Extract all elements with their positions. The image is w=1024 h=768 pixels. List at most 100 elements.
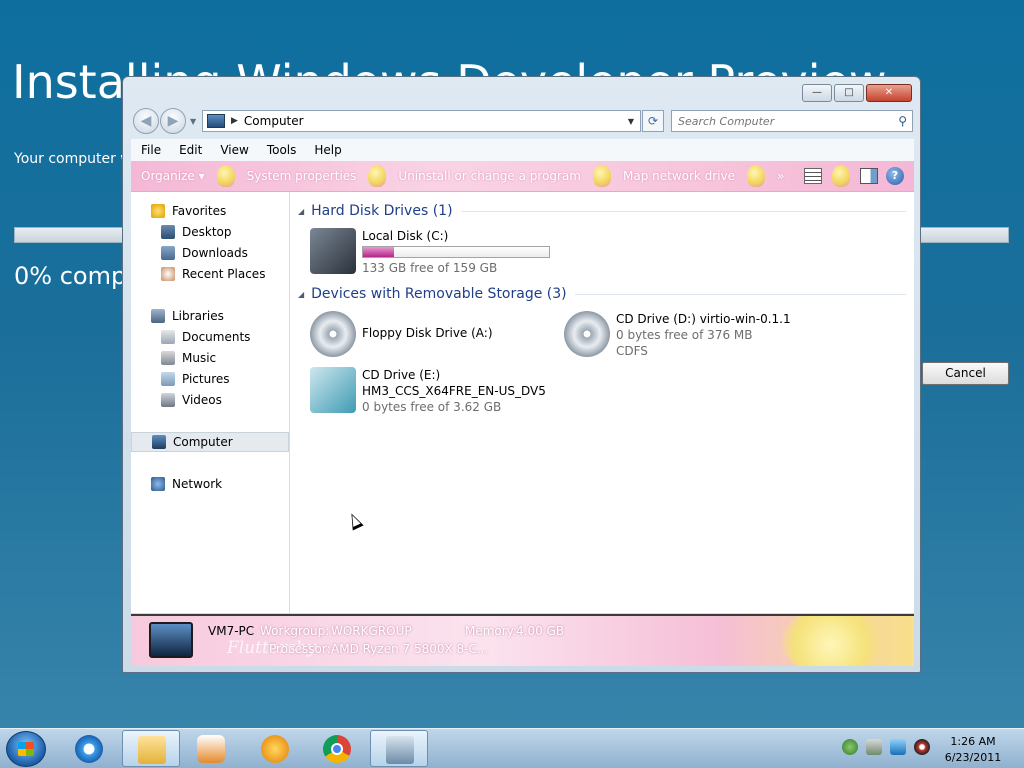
network-icon: [151, 477, 165, 491]
pony-icon: [216, 165, 235, 187]
breadcrumb-arrow-icon[interactable]: ▶: [231, 116, 238, 126]
menu-file[interactable]: File: [131, 143, 169, 157]
internet-explorer-icon: [75, 735, 103, 763]
help-icon[interactable]: ?: [886, 167, 904, 185]
refresh-button[interactable]: ⟳: [642, 110, 664, 132]
drive-free-space: 133 GB free of 159 GB: [362, 261, 498, 275]
nav-label: Desktop: [182, 225, 232, 239]
close-button[interactable]: ✕: [866, 84, 912, 102]
volume-icon[interactable]: [914, 739, 930, 755]
taskbar-setup[interactable]: [370, 730, 428, 767]
more-commands-button[interactable]: »: [767, 169, 794, 183]
computer-icon: [207, 114, 225, 128]
forward-button[interactable]: ▶: [160, 108, 186, 134]
nav-libraries[interactable]: Libraries: [151, 306, 309, 326]
drive-name: CD Drive (E:): [362, 368, 441, 382]
installer-cancel-button[interactable]: Cancel: [922, 362, 1009, 385]
music-icon: [161, 351, 175, 365]
menu-help[interactable]: Help: [304, 143, 349, 157]
network-tray-icon[interactable]: [842, 739, 858, 755]
setup-disc-icon: [310, 367, 356, 413]
taskbar-chrome[interactable]: [308, 730, 366, 767]
search-icon[interactable]: ⚲: [898, 114, 907, 128]
pony-artwork: [781, 616, 891, 666]
memory-label: Memory:: [465, 624, 517, 638]
address-dropdown-icon[interactable]: ▼: [628, 117, 634, 126]
collapse-triangle-icon[interactable]: ◢: [298, 290, 304, 299]
drive-info: CD Drive (D:) virtio-win-0.1.1 0 bytes f…: [616, 311, 791, 359]
group-header-removable[interactable]: ◢ Devices with Removable Storage (3): [298, 285, 906, 303]
drive-d[interactable]: CD Drive (D:) virtio-win-0.1.1 0 bytes f…: [564, 311, 791, 359]
group-header-hdd[interactable]: ◢ Hard Disk Drives (1): [298, 202, 906, 220]
nav-label: Favorites: [172, 204, 227, 218]
dvd-drive-icon: [564, 311, 610, 357]
drive-usage-bar: [362, 246, 550, 258]
clock[interactable]: 1:26 AM 6/23/2011: [938, 734, 1008, 766]
nav-buttons: ◀ ▶ ▼: [133, 108, 196, 136]
back-button[interactable]: ◀: [133, 108, 159, 134]
command-bar-right: ?: [804, 165, 914, 187]
taskbar-ie[interactable]: [60, 730, 118, 767]
pony-icon: [368, 165, 387, 187]
pony-icon: [593, 165, 611, 187]
nav-label: Downloads: [182, 246, 248, 260]
nav-label: Music: [182, 351, 217, 365]
map-network-drive-button[interactable]: Map network drive: [613, 169, 745, 183]
recent-places-icon: [161, 267, 175, 281]
pictures-icon: [161, 372, 175, 386]
minimize-button[interactable]: —: [802, 84, 832, 102]
processor-value: AMD Ryzen 7 5800X 8-C...: [331, 642, 489, 656]
maximize-button[interactable]: □: [834, 84, 864, 102]
drive-e[interactable]: CD Drive (E:) HM3_CCS_X64FRE_EN-US_DV5 0…: [310, 367, 546, 415]
drive-name: Local Disk (C:): [362, 229, 449, 243]
nav-label: Documents: [182, 330, 251, 344]
system-properties-button[interactable]: System properties: [237, 169, 367, 183]
drive-a[interactable]: Floppy Disk Drive (A:): [310, 311, 493, 357]
nav-computer[interactable]: Computer: [131, 432, 289, 452]
display-icon[interactable]: [890, 739, 906, 755]
content-pane: ◢ Hard Disk Drives (1) Local Disk (C:) 1…: [290, 192, 914, 613]
group-divider: [460, 210, 906, 212]
drive-info: Floppy Disk Drive (A:): [362, 311, 493, 357]
drive-label: HM3_CCS_X64FRE_EN-US_DV5: [362, 384, 546, 398]
memory-value: 4.00 GB: [516, 624, 565, 638]
system-tray: [842, 739, 930, 755]
recent-pages-dropdown-icon[interactable]: ▼: [190, 108, 196, 136]
drive-c[interactable]: Local Disk (C:) 133 GB free of 159 GB: [310, 228, 550, 276]
menu-edit[interactable]: Edit: [169, 143, 210, 157]
group-title: Hard Disk Drives (1): [311, 203, 453, 219]
pony-icon: [832, 165, 850, 187]
computer-icon: [149, 622, 193, 658]
workgroup-label: Workgroup:: [260, 624, 330, 638]
clock-date: 6/23/2011: [944, 751, 1002, 764]
start-button[interactable]: [6, 731, 46, 767]
menu-tools[interactable]: Tools: [257, 143, 305, 157]
address-text[interactable]: Computer: [244, 114, 628, 128]
drive-name: CD Drive (D:) virtio-win-0.1.1: [616, 312, 791, 326]
search-input[interactable]: [672, 113, 899, 129]
taskbar: 1:26 AM 6/23/2011: [0, 728, 1024, 768]
downloads-icon: [161, 246, 175, 260]
change-view-icon[interactable]: [804, 168, 822, 184]
window-controls: — □ ✕: [802, 84, 912, 102]
menu-view[interactable]: View: [210, 143, 256, 157]
taskbar-uc-browser[interactable]: [246, 730, 304, 767]
action-center-icon[interactable]: [866, 739, 882, 755]
processor-label: Processor:: [269, 642, 331, 656]
nav-label: Libraries: [172, 309, 224, 323]
preview-pane-icon[interactable]: [860, 168, 878, 184]
uninstall-program-button[interactable]: Uninstall or change a program: [388, 169, 591, 183]
command-bar: Organize ▾ System properties Uninstall o…: [131, 161, 914, 192]
pc-name: VM7-PC: [208, 624, 255, 638]
nav-favorites[interactable]: Favorites: [151, 201, 309, 221]
organize-button[interactable]: Organize ▾: [131, 169, 215, 183]
collapse-triangle-icon[interactable]: ◢: [298, 207, 304, 216]
taskbar-explorer[interactable]: [122, 730, 180, 767]
drive-name: Floppy Disk Drive (A:): [362, 326, 493, 340]
taskbar-media-player[interactable]: [182, 730, 240, 767]
nav-network[interactable]: Network: [151, 474, 309, 494]
search-box[interactable]: ⚲: [671, 110, 913, 132]
navigation-pane: Favorites Desktop Downloads Recent Place…: [131, 192, 290, 613]
menu-bar: File Edit View Tools Help: [131, 139, 914, 162]
address-bar[interactable]: ▶ Computer ▼: [202, 110, 641, 132]
